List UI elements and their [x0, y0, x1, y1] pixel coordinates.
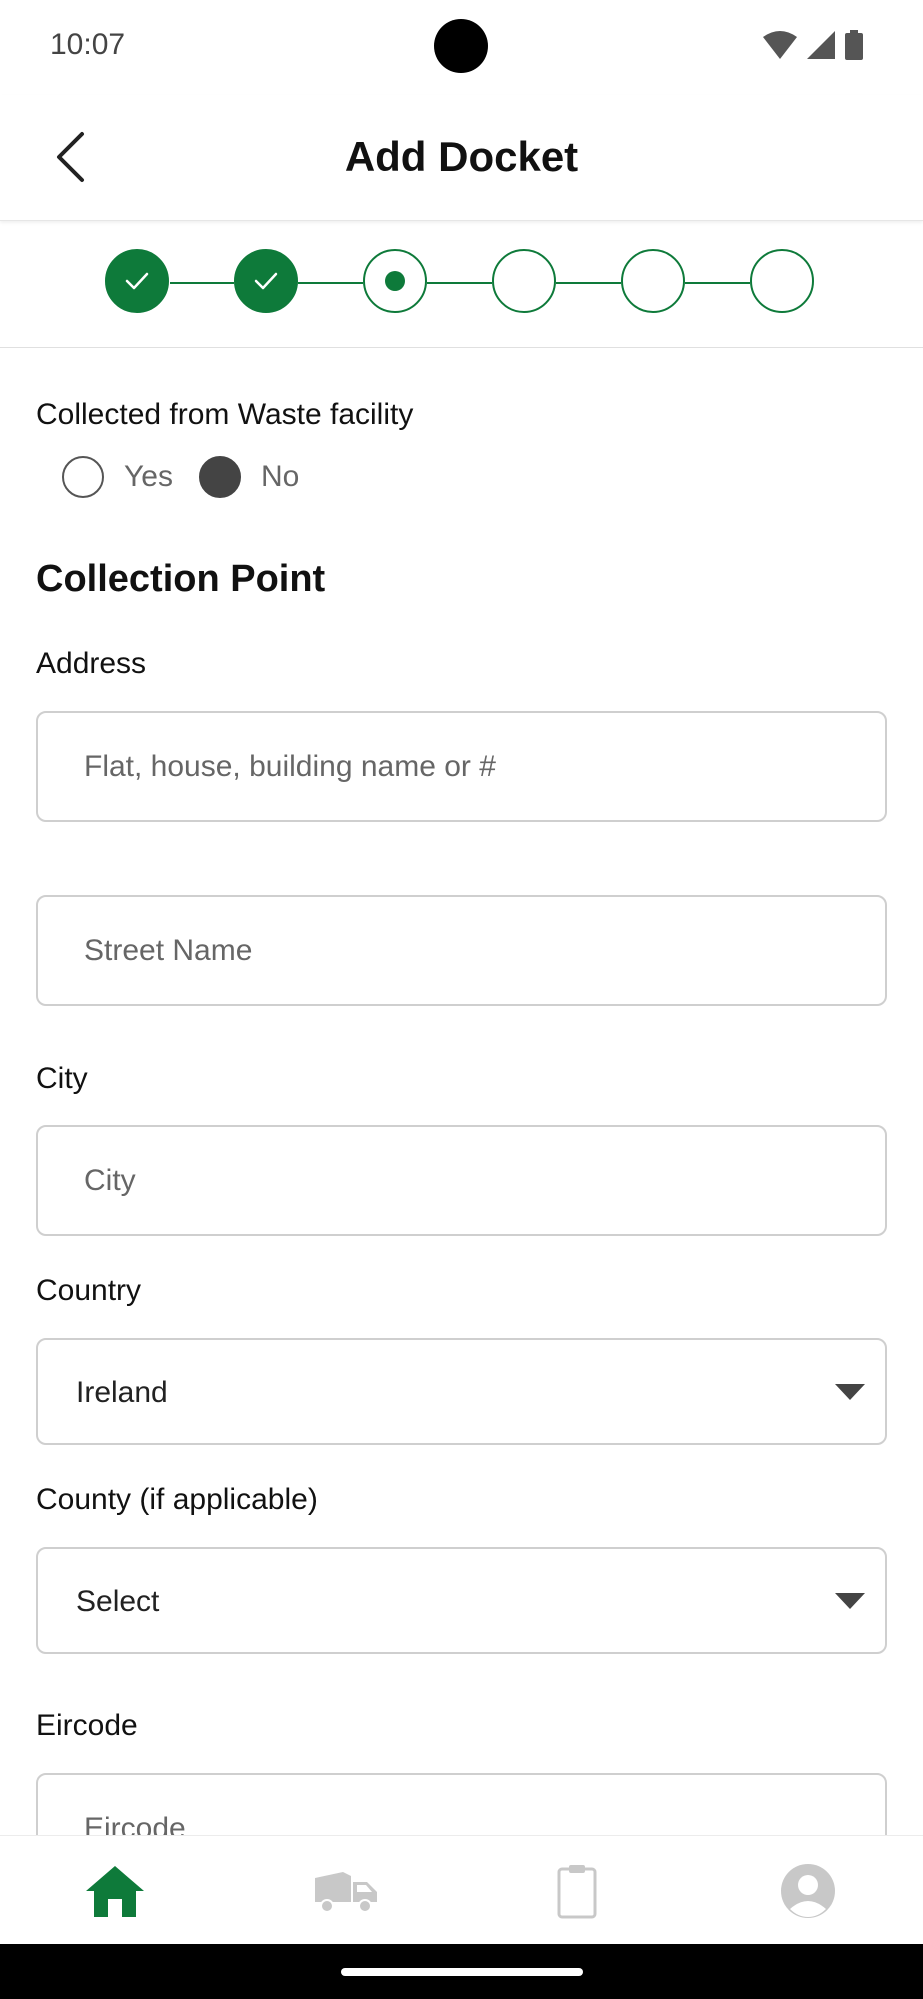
nav-home[interactable]	[0, 1836, 231, 1945]
county-select[interactable]: Select	[36, 1547, 887, 1654]
step-connector	[170, 282, 234, 284]
country-label: Country	[36, 1274, 142, 1307]
signal-icon	[807, 31, 835, 59]
city-input[interactable]	[38, 1127, 885, 1234]
step-1-complete	[105, 249, 169, 313]
current-step-dot	[385, 271, 405, 291]
address-line1-input[interactable]	[38, 713, 885, 820]
dropdown-caret-icon	[835, 1384, 865, 1400]
status-icons	[763, 30, 863, 60]
nav-profile[interactable]	[692, 1836, 923, 1945]
nav-collections[interactable]	[231, 1836, 462, 1945]
county-select-value: Select	[76, 1585, 160, 1618]
page-title: Add Docket	[344, 133, 579, 180]
home-gesture-handle[interactable]	[341, 1968, 583, 1976]
radio-yes[interactable]	[62, 456, 104, 498]
wifi-icon	[763, 31, 797, 59]
nav-dockets[interactable]	[462, 1836, 693, 1945]
eircode-label: Eircode	[36, 1709, 138, 1742]
clipboard-icon	[557, 1864, 597, 1918]
check-icon	[254, 272, 278, 290]
waste-facility-radio-group: Yes No	[62, 456, 325, 498]
step-connector	[427, 282, 492, 284]
radio-no-label[interactable]: No	[261, 460, 299, 494]
step-5	[621, 249, 685, 313]
step-3-current	[363, 249, 427, 313]
country-select[interactable]: Ireland	[36, 1338, 887, 1445]
step-6	[750, 249, 814, 313]
status-bar: 10:07	[0, 0, 923, 95]
country-select-value: Ireland	[76, 1376, 168, 1409]
address-line1-field[interactable]	[36, 711, 887, 822]
camera-cutout	[434, 19, 488, 73]
profile-icon	[780, 1863, 835, 1918]
status-time: 10:07	[50, 28, 126, 61]
waste-facility-label: Collected from Waste facility	[36, 398, 414, 431]
battery-icon	[845, 30, 863, 60]
bottom-navigation	[0, 1835, 923, 1945]
step-4	[492, 249, 556, 313]
step-2-complete	[234, 249, 298, 313]
radio-no[interactable]	[198, 456, 241, 498]
street-name-input[interactable]	[38, 897, 885, 1004]
home-icon	[86, 1865, 145, 1917]
check-icon	[125, 272, 149, 290]
step-connector	[556, 282, 621, 284]
step-connector	[298, 282, 363, 284]
dropdown-caret-icon	[835, 1593, 865, 1609]
radio-yes-label[interactable]: Yes	[124, 460, 173, 494]
address-label: Address	[36, 647, 147, 680]
truck-icon	[315, 1871, 378, 1913]
street-name-field[interactable]	[36, 895, 887, 1006]
progress-stepper	[0, 222, 923, 348]
county-label: County (if applicable)	[36, 1483, 318, 1516]
step-connector	[685, 282, 750, 284]
city-field[interactable]	[36, 1125, 887, 1236]
system-gesture-bar	[0, 1944, 923, 1999]
city-label: City	[36, 1062, 88, 1095]
app-bar: Add Docket	[0, 95, 923, 221]
collection-point-heading: Collection Point	[36, 558, 326, 600]
